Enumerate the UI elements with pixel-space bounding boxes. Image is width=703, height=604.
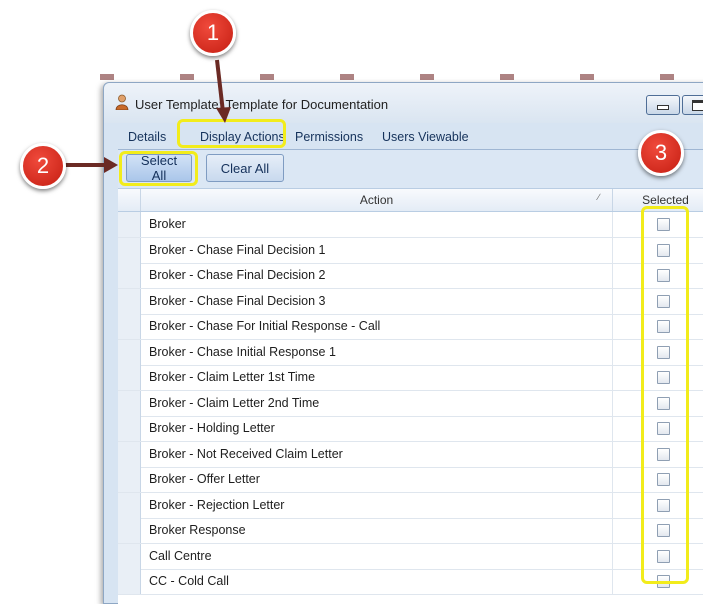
callout-3: 3 <box>638 130 684 176</box>
callout-2: 2 <box>20 143 66 189</box>
callout-1: 1 <box>190 10 236 56</box>
annotation-arrows <box>62 59 231 173</box>
